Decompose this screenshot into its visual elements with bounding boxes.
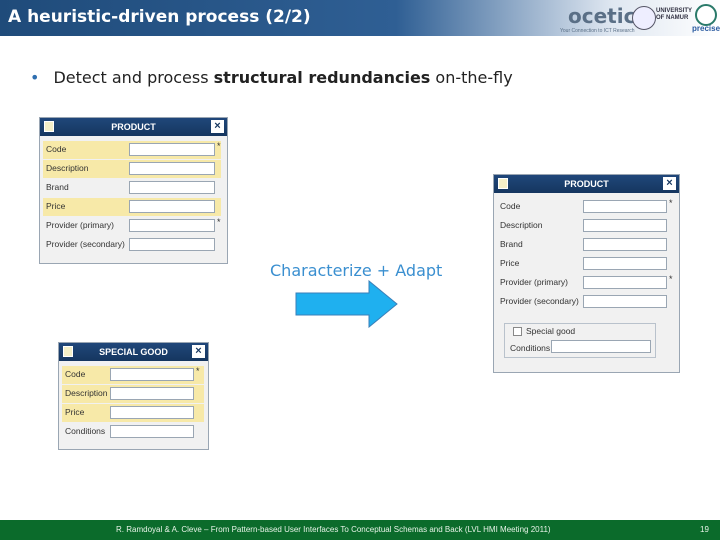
provider-secondary-select[interactable]	[583, 295, 667, 308]
provider-secondary-select[interactable]	[129, 238, 215, 251]
footer-citation: R. Ramdoyal & A. Cleve – From Pattern-ba…	[116, 525, 551, 534]
brand-input[interactable]	[129, 181, 215, 194]
precise-logo: precise	[692, 4, 720, 34]
required-marker: *	[217, 217, 221, 227]
conditions-input[interactable]	[110, 425, 194, 438]
field-label: Conditions	[65, 426, 106, 436]
field-label: Price	[46, 201, 66, 211]
form-row-code: Code *	[62, 366, 204, 384]
code-input[interactable]	[583, 200, 667, 213]
page-number: 19	[700, 525, 709, 534]
form-row-provider-secondary: Provider (secondary)	[497, 293, 675, 311]
form-row-conditions: Conditions	[62, 423, 204, 441]
required-marker: *	[669, 198, 673, 208]
field-label: Provider (primary)	[500, 277, 569, 287]
special-good-window: SPECIAL GOOD × Code * Description Price …	[58, 342, 209, 450]
form-row-brand: Brand	[497, 236, 675, 254]
provider-primary-select[interactable]	[583, 276, 667, 289]
field-label: Provider (secondary)	[500, 296, 579, 306]
ocetic-logo-word: ocetic	[568, 4, 636, 28]
field-label: Description	[46, 163, 89, 173]
special-good-group: Special good Conditions	[504, 323, 656, 358]
form-row-price: Price	[62, 404, 204, 422]
form-row-description: Description	[497, 217, 675, 235]
ocetic-logo: ocetic Your Connection to ICT Research	[560, 2, 635, 36]
provider-primary-select[interactable]	[129, 219, 215, 232]
special-good-window-title: SPECIAL GOOD	[99, 347, 168, 357]
bullet-text-pre: Detect and process	[53, 68, 214, 87]
window-icon	[44, 121, 54, 132]
window-icon	[63, 346, 73, 357]
field-label: Code	[46, 144, 67, 154]
price-input[interactable]	[583, 257, 667, 270]
transformation-label: Characterize + Adapt	[270, 261, 443, 280]
special-good-checkbox[interactable]	[513, 327, 522, 336]
required-marker: *	[217, 141, 221, 151]
bullet-icon: •	[30, 68, 40, 87]
university-logo-text: UNIVERSITY OF NAMUR	[656, 8, 692, 21]
bullet-point: • Detect and process structural redundanc…	[30, 68, 513, 87]
code-input[interactable]	[110, 368, 194, 381]
slide-title: A heuristic-driven process (2/2)	[8, 7, 311, 27]
close-icon[interactable]: ×	[211, 120, 224, 133]
close-icon[interactable]: ×	[192, 345, 205, 358]
description-input[interactable]	[129, 162, 215, 175]
field-label: Price	[500, 258, 520, 268]
bullet-text-post: on-the-fly	[430, 68, 513, 87]
field-label: Description	[500, 220, 543, 230]
description-input[interactable]	[583, 219, 667, 232]
bullet-text-bold: structural redundancies	[213, 68, 431, 87]
field-label: Brand	[500, 239, 523, 249]
form-row-description: Description	[43, 160, 221, 178]
form-row-brand: Brand	[43, 179, 221, 197]
close-icon[interactable]: ×	[663, 177, 676, 190]
form-row-provider-secondary: Provider (secondary)	[43, 236, 221, 254]
conditions-input[interactable]	[551, 340, 651, 353]
price-input[interactable]	[129, 200, 215, 213]
form-row-price: Price	[43, 198, 221, 216]
required-marker: *	[669, 274, 673, 284]
special-good-checkbox-label: Special good	[526, 326, 576, 336]
conditions-label: Conditions	[510, 343, 551, 353]
form-row-description: Description	[62, 385, 204, 403]
field-label: Description	[65, 388, 108, 398]
adapted-product-window-title: PRODUCT	[564, 179, 609, 189]
university-seal-icon	[632, 6, 656, 30]
description-input[interactable]	[110, 387, 194, 400]
adapted-product-window: PRODUCT × Code * Description Brand Price…	[493, 174, 680, 373]
field-label: Provider (primary)	[46, 220, 115, 230]
field-label: Code	[500, 201, 521, 211]
form-row-provider-primary: Provider (primary) *	[497, 274, 675, 292]
product-window-title: PRODUCT	[111, 122, 156, 132]
arrow-right-icon	[295, 280, 398, 328]
field-label: Brand	[46, 182, 69, 192]
product-window-titlebar[interactable]: PRODUCT ×	[40, 118, 227, 136]
price-input[interactable]	[110, 406, 194, 419]
field-label: Price	[65, 407, 85, 417]
form-row-code: Code *	[43, 141, 221, 159]
field-label: Code	[65, 369, 86, 379]
slide-header: A heuristic-driven process (2/2) ocetic …	[0, 0, 720, 36]
form-row-price: Price	[497, 255, 675, 273]
product-window: PRODUCT × Code * Description Brand Price…	[39, 117, 228, 264]
adapted-product-window-titlebar[interactable]: PRODUCT ×	[494, 175, 679, 193]
form-row-provider-primary: Provider (primary) *	[43, 217, 221, 235]
special-good-window-titlebar[interactable]: SPECIAL GOOD ×	[59, 343, 208, 361]
brand-input[interactable]	[583, 238, 667, 251]
code-input[interactable]	[129, 143, 215, 156]
precise-logo-icon	[695, 4, 717, 26]
slide-footer: R. Ramdoyal & A. Cleve – From Pattern-ba…	[0, 520, 720, 540]
window-icon	[498, 178, 508, 189]
ocetic-logo-tagline: Your Connection to ICT Research	[560, 28, 635, 34]
precise-logo-text: precise	[692, 24, 720, 33]
form-row-code: Code *	[497, 198, 675, 216]
required-marker: *	[196, 366, 200, 376]
field-label: Provider (secondary)	[46, 239, 125, 249]
